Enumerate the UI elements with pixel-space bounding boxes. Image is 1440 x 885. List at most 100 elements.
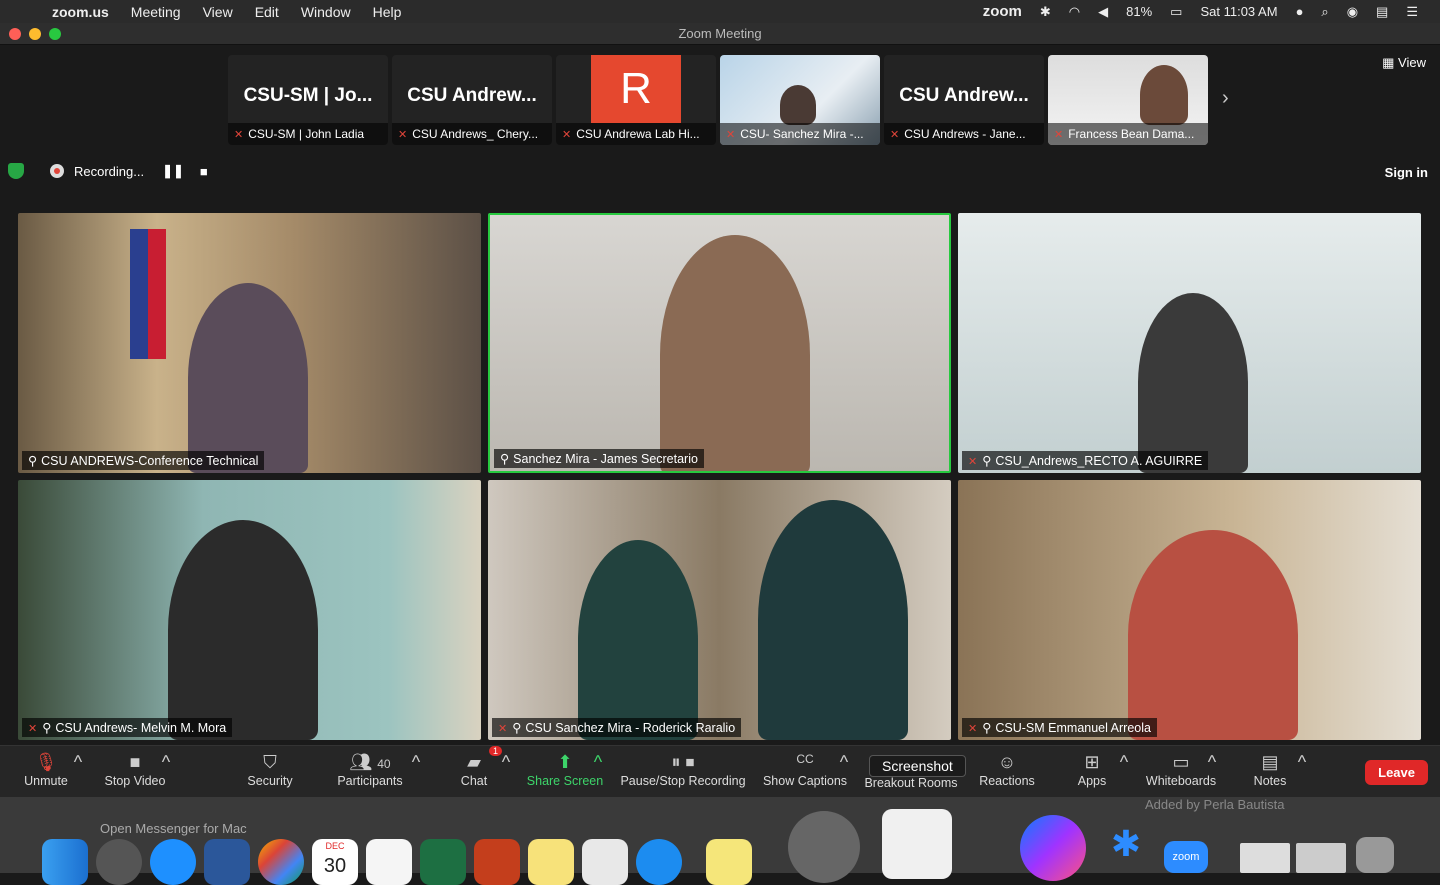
notes-app-icon[interactable]: [528, 839, 574, 885]
pin-icon: ⚲: [42, 721, 52, 735]
security-label: Security: [247, 774, 293, 788]
strip-tile-name: CSU- Sanchez Mira -...: [740, 127, 864, 141]
zoom-status-item[interactable]: zoom: [983, 3, 1022, 20]
stickies-icon[interactable]: [706, 839, 752, 885]
calendar-day: 30: [323, 855, 347, 877]
spotlight-search-icon[interactable]: ⌕: [1321, 4, 1328, 20]
participant-video: [578, 540, 698, 740]
security-shield-icon[interactable]: [8, 163, 24, 179]
screenshot-app-icon[interactable]: [882, 809, 952, 879]
powerpoint-icon[interactable]: [474, 839, 520, 885]
chat-caret[interactable]: ^: [500, 752, 512, 774]
captions-caret[interactable]: ^: [838, 752, 850, 774]
share-caret[interactable]: ^: [592, 752, 604, 774]
audio-options-caret[interactable]: ^: [72, 752, 84, 774]
menu-help[interactable]: Help: [373, 4, 402, 20]
window-thumbnail[interactable]: [1240, 843, 1290, 873]
launchpad-icon[interactable]: [96, 839, 142, 885]
user-icon[interactable]: ●: [1296, 4, 1304, 19]
clock[interactable]: Sat 11:03 AM: [1200, 4, 1277, 19]
finder-icon[interactable]: [42, 839, 88, 885]
avatar-letter: R: [620, 64, 652, 113]
battery-percent: 81%: [1126, 4, 1153, 19]
leave-button[interactable]: Leave: [1365, 760, 1428, 785]
strip-tile[interactable]: ✕ CSU- Sanchez Mira -...: [720, 55, 880, 145]
wifi-icon[interactable]: ◠: [1069, 4, 1080, 20]
video-tile-active-speaker[interactable]: ⚲ Sanchez Mira - James Secretario: [488, 213, 951, 473]
mic-muted-icon: 🎙︎: [34, 752, 58, 772]
background-window-text: Added by Perla Bautista: [1145, 797, 1285, 812]
menu-edit[interactable]: Edit: [255, 4, 279, 20]
participants-button[interactable]: 👥︎ 40 Participants: [332, 752, 408, 788]
control-center-icon[interactable]: ▤: [1376, 4, 1388, 20]
bluetooth-icon[interactable]: ✱: [1106, 823, 1146, 873]
unmute-label: Unmute: [24, 774, 68, 788]
window-thumbnail[interactable]: [1296, 843, 1346, 873]
strip-tile[interactable]: CSU Andrew... ✕ CSU Andrews_ Chery...: [392, 55, 552, 145]
video-tile[interactable]: ✕ ⚲ CSU_Andrews_RECTO A. AGUIRRE: [958, 213, 1421, 473]
security-button[interactable]: ⛉ Security: [240, 752, 300, 788]
video-tile[interactable]: ✕ ⚲ CSU Sanchez Mira - Roderick Raralio: [488, 480, 951, 740]
safari-icon[interactable]: [150, 839, 196, 885]
pause-stop-recording-button[interactable]: ⏸ ⏹ Pause/Stop Recording: [618, 752, 748, 788]
strip-tile[interactable]: ✕ Francess Bean Dama...: [1048, 55, 1208, 145]
word-icon[interactable]: [204, 839, 250, 885]
strip-tile[interactable]: CSU-SM | Jo... ✕ CSU-SM | John Ladia: [228, 55, 388, 145]
stop-icon[interactable]: ■: [200, 164, 208, 179]
zoom-app-icon[interactable]: zoom: [1164, 841, 1208, 873]
notes-caret[interactable]: ^: [1296, 752, 1308, 774]
chat-button[interactable]: ▰ 1 Chat: [452, 746, 502, 788]
pin-icon: ⚲: [28, 454, 38, 468]
video-tile[interactable]: ✕ ⚲ CSU-SM Emmanuel Arreola: [958, 480, 1421, 740]
photos-icon[interactable]: [258, 839, 304, 885]
pause-icon[interactable]: ❚❚: [162, 163, 184, 179]
tile-name: CSU_Andrews_RECTO A. AGUIRRE: [995, 454, 1203, 468]
chevron-right-icon[interactable]: ›: [1222, 87, 1229, 110]
recording-bar: Recording... ❚❚ ■: [8, 163, 208, 179]
notes-icon: ▤: [1261, 752, 1279, 772]
close-window-button[interactable]: [9, 28, 21, 40]
participant-video: [168, 520, 318, 740]
mac-menubar: zoom.us Meeting View Edit Window Help zo…: [0, 0, 1440, 23]
menu-view[interactable]: View: [203, 4, 233, 20]
trash-icon[interactable]: [1356, 837, 1394, 873]
mic-muted-icon: ✕: [234, 129, 244, 141]
sign-in-link[interactable]: Sign in: [1385, 165, 1428, 180]
participants-caret[interactable]: ^: [410, 752, 422, 774]
menu-app[interactable]: zoom.us: [52, 4, 109, 20]
battery-icon[interactable]: ▭: [1170, 4, 1182, 20]
app-store-icon[interactable]: [636, 839, 682, 885]
tile-name: CSU Sanchez Mira - Roderick Raralio: [525, 721, 736, 735]
volume-icon[interactable]: ◀: [1098, 4, 1108, 20]
calendar-icon[interactable]: DEC 30: [312, 839, 358, 885]
acrobat-icon[interactable]: [582, 839, 628, 885]
minimize-window-button[interactable]: [29, 28, 41, 40]
breakout-rooms-button[interactable]: Breakout Rooms: [862, 776, 960, 790]
menu-window[interactable]: Window: [301, 4, 351, 20]
view-button[interactable]: ▦ View: [1382, 55, 1426, 71]
whiteboards-caret[interactable]: ^: [1206, 752, 1218, 774]
apps-button[interactable]: ⊞ Apps: [1070, 752, 1114, 788]
notes-button[interactable]: ▤ Notes: [1248, 752, 1292, 788]
notification-center-icon[interactable]: ☰: [1406, 4, 1418, 20]
strip-tile[interactable]: R ✕ CSU Andrewa Lab Hi...: [556, 55, 716, 145]
video-options-caret[interactable]: ^: [160, 752, 172, 774]
reactions-button[interactable]: ☺ Reactions: [976, 752, 1038, 788]
video-tile[interactable]: ✕ ⚲ CSU Andrews- Melvin M. Mora: [18, 480, 481, 740]
mac-dock: Open Messenger for Mac Added by Perla Ba…: [0, 797, 1440, 885]
apps-caret[interactable]: ^: [1118, 752, 1130, 774]
reminders-icon[interactable]: [366, 839, 412, 885]
strip-tile[interactable]: CSU Andrew... ✕ CSU Andrews - Jane...: [884, 55, 1044, 145]
bluetooth-icon[interactable]: ✱: [1040, 4, 1051, 20]
excel-icon[interactable]: [420, 839, 466, 885]
siri-icon[interactable]: ◉: [1347, 4, 1358, 20]
show-captions-button[interactable]: CC Show Captions: [760, 752, 850, 788]
menu-meeting[interactable]: Meeting: [131, 4, 181, 20]
video-tile[interactable]: ⚲ CSU ANDREWS-Conference Technical: [18, 213, 481, 473]
unmute-button[interactable]: 🎙︎ Unmute: [18, 752, 74, 788]
system-preferences-icon[interactable]: [788, 811, 860, 883]
messenger-icon[interactable]: [1020, 815, 1086, 881]
zoom-window-button[interactable]: [49, 28, 61, 40]
apps-icon: ⊞: [1084, 752, 1100, 772]
apps-label: Apps: [1077, 774, 1107, 788]
